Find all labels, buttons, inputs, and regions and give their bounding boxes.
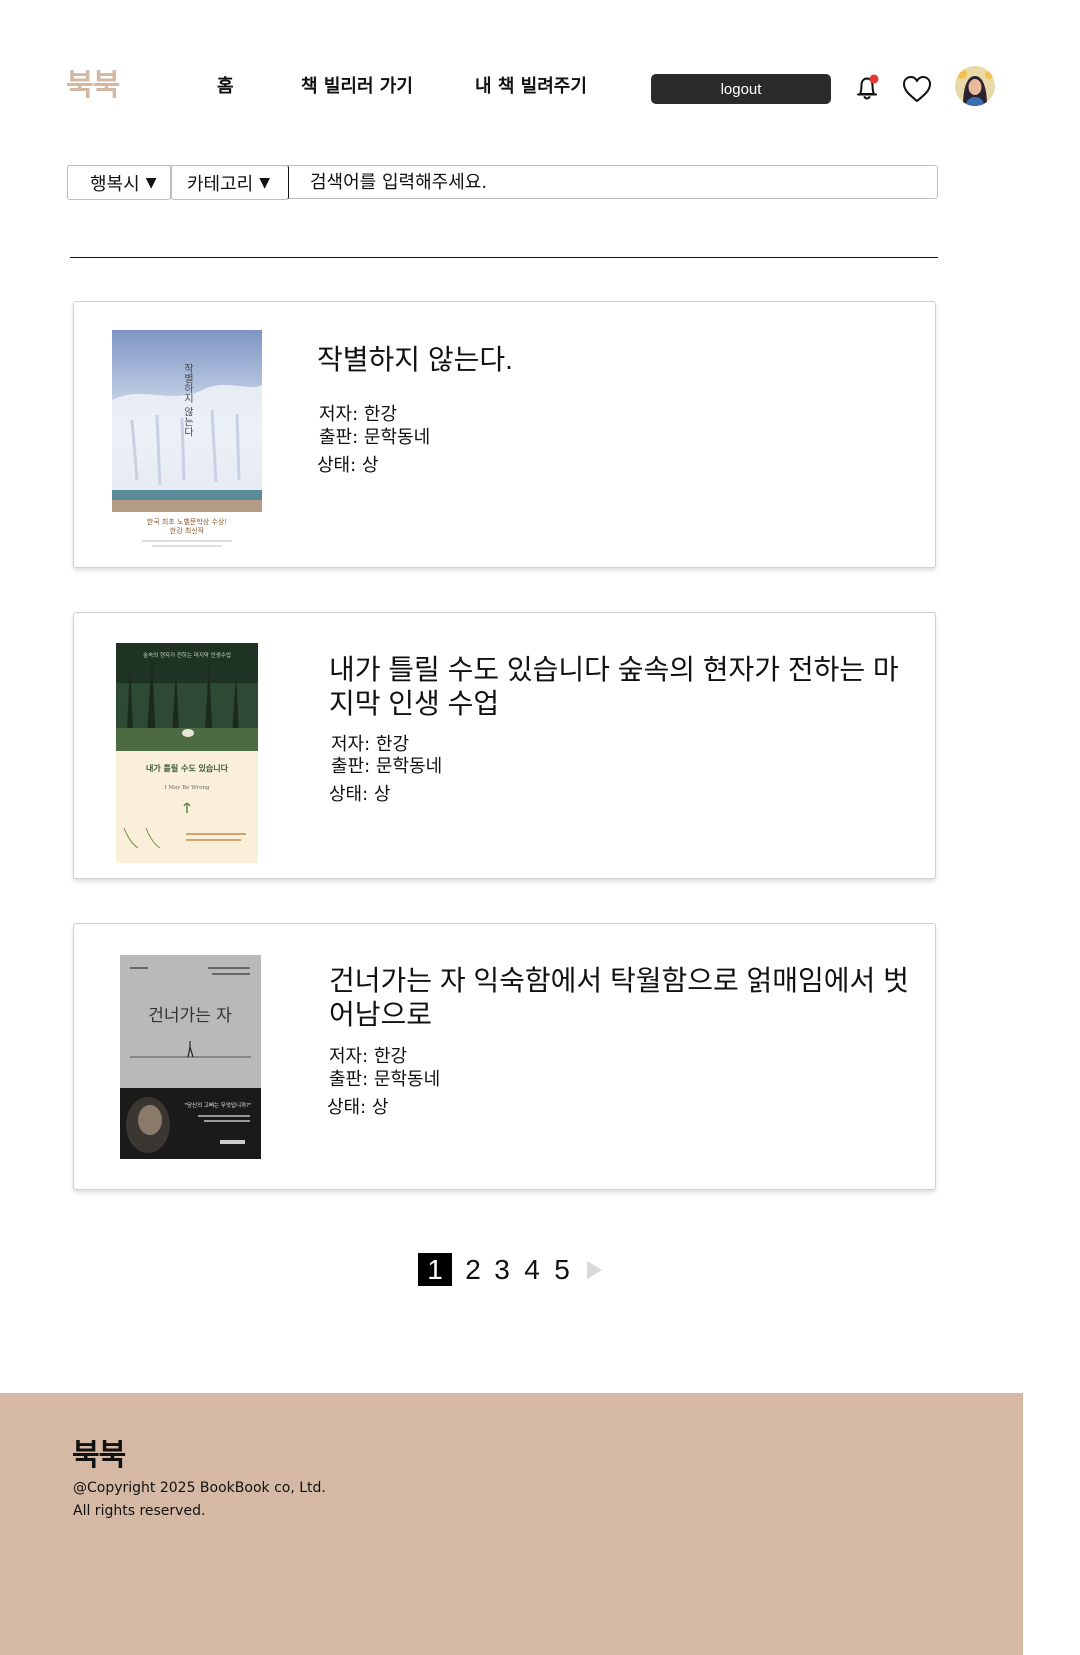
cover-band-line2: 한강 최신작 (170, 526, 205, 535)
notification-dot (869, 74, 879, 84)
cover-title-vertical: 작별하지 않는다 (182, 363, 194, 437)
book-card[interactable]: 숲속의 현자가 전하는 마지막 인생수업 내가 틀릴 수도 있습니다 I May… (73, 612, 936, 879)
avatar[interactable] (955, 66, 995, 106)
page-1[interactable]: 1 (418, 1253, 452, 1286)
page-3[interactable]: 3 (490, 1253, 514, 1286)
footer-rights: All rights reserved. (73, 1503, 206, 1519)
book-author: 저자: 한강 (331, 734, 410, 755)
region-select-label: 행복시 (90, 173, 140, 195)
logout-button[interactable]: logout (651, 74, 831, 104)
chevron-down-icon: ▼ (145, 174, 157, 191)
book-title[interactable]: 작별하지 않는다. (317, 343, 907, 377)
book-card[interactable]: 건너가는 자 "당신의 고삐는 무엇입니까?" 건너가는 자 익숙함에서 탁월함… (73, 923, 936, 1190)
category-select-label: 카테고리 (187, 173, 254, 195)
book-card[interactable]: 작별하지 않는다 한국 최초 노벨문학상 수상! 한강 최신작 작별하지 않는다… (73, 301, 936, 568)
footer-copyright: @Copyright 2025 BookBook co, Ltd. (73, 1480, 326, 1496)
bell-icon[interactable] (852, 72, 882, 104)
search-input[interactable] (300, 168, 930, 196)
next-arrow-icon[interactable] (584, 1259, 604, 1281)
site-logo[interactable]: 북북 (66, 60, 120, 104)
book-author: 저자: 한강 (329, 1046, 408, 1067)
cover-title-text: 건너가는 자 (148, 1006, 232, 1026)
category-select[interactable]: 카테고리 ▼ (171, 165, 289, 200)
book-title[interactable]: 내가 틀릴 수도 있습니다 숲속의 현자가 전하는 마지막 인생 수업 (329, 653, 919, 721)
nav-home[interactable]: 홈 (217, 72, 234, 98)
book-author: 저자: 한강 (319, 404, 398, 425)
nav-lend-my-books[interactable]: 내 책 빌려주기 (475, 72, 587, 98)
book-condition: 상태: 상 (329, 784, 391, 805)
divider (70, 257, 938, 258)
chevron-down-icon: ▼ (259, 174, 271, 191)
page-2[interactable]: 2 (461, 1253, 485, 1286)
cover-subtitle: I May Be Wrong (164, 785, 210, 791)
book-publisher: 출판: 문학동네 (319, 427, 431, 448)
book-publisher: 출판: 문학동네 (331, 756, 443, 777)
footer (0, 1393, 1023, 1655)
book-cover-image: 건너가는 자 "당신의 고삐는 무엇입니까?" (120, 955, 261, 1159)
region-select[interactable]: 행복시 ▼ (67, 165, 171, 200)
cover-quote: "당신의 고삐는 무엇입니까?" (184, 1101, 251, 1109)
cover-band-line1: 한국 최초 노벨문학상 수상! (147, 517, 227, 526)
book-cover-image: 숲속의 현자가 전하는 마지막 인생수업 내가 틀릴 수도 있습니다 I May… (116, 643, 258, 863)
book-condition: 상태: 상 (327, 1097, 389, 1118)
book-cover-image: 작별하지 않는다 한국 최초 노벨문학상 수상! 한강 최신작 (112, 330, 262, 552)
book-publisher: 출판: 문학동네 (329, 1069, 441, 1090)
nav-borrow-books[interactable]: 책 빌리러 가기 (301, 72, 413, 98)
cover-top-text: 숲속의 현자가 전하는 마지막 인생수업 (143, 651, 231, 659)
footer-logo: 북북 (72, 1438, 126, 1473)
book-condition: 상태: 상 (317, 455, 379, 476)
cover-title-text: 내가 틀릴 수도 있습니다 (146, 763, 229, 773)
heart-icon[interactable] (900, 73, 934, 105)
page-5[interactable]: 5 (550, 1253, 574, 1286)
page-4[interactable]: 4 (520, 1253, 544, 1286)
book-title[interactable]: 건너가는 자 익숙함에서 탁월함으로 얽매임에서 벗어남으로 (329, 964, 929, 1032)
